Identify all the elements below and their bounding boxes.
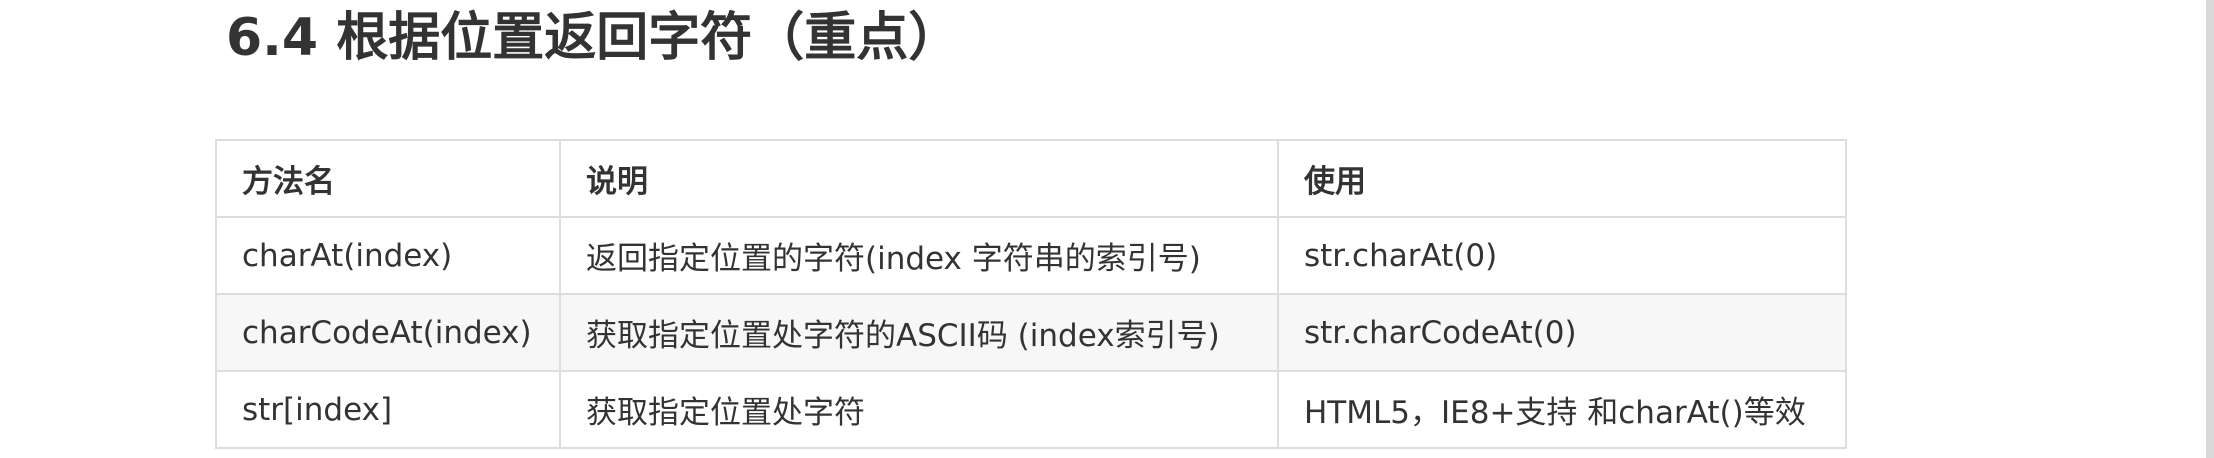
methods-table: 方法名 说明 使用 charAt(index) 返回指定位置的字符(index … <box>215 139 1847 449</box>
method-name-cell: str[index] <box>215 370 561 449</box>
header-method-name: 方法名 <box>215 139 561 218</box>
usage-cell: str.charCodeAt(0) <box>1277 293 1847 372</box>
header-usage: 使用 <box>1277 139 1847 218</box>
table-row: charCodeAt(index) 获取指定位置处字符的ASCII码 (inde… <box>215 293 1847 372</box>
method-name-cell: charCodeAt(index) <box>215 293 561 372</box>
description-cell: 获取指定位置处字符的ASCII码 (index索引号) <box>559 293 1279 372</box>
table-header-row: 方法名 说明 使用 <box>215 139 1847 218</box>
window-edge-divider <box>2206 0 2214 458</box>
description-cell: 获取指定位置处字符 <box>559 370 1279 449</box>
table-row: charAt(index) 返回指定位置的字符(index 字符串的索引号) s… <box>215 216 1847 295</box>
header-description: 说明 <box>559 139 1279 218</box>
section-title: 6.4 根据位置返回字符（重点） <box>226 8 961 68</box>
usage-cell: HTML5，IE8+支持 和charAt()等效 <box>1277 370 1847 449</box>
method-name-cell: charAt(index) <box>215 216 561 295</box>
document-page: 6.4 根据位置返回字符（重点） 方法名 说明 使用 charAt(index)… <box>0 0 2214 458</box>
usage-cell: str.charAt(0) <box>1277 216 1847 295</box>
table-row: str[index] 获取指定位置处字符 HTML5，IE8+支持 和charA… <box>215 370 1847 449</box>
description-cell: 返回指定位置的字符(index 字符串的索引号) <box>559 216 1279 295</box>
